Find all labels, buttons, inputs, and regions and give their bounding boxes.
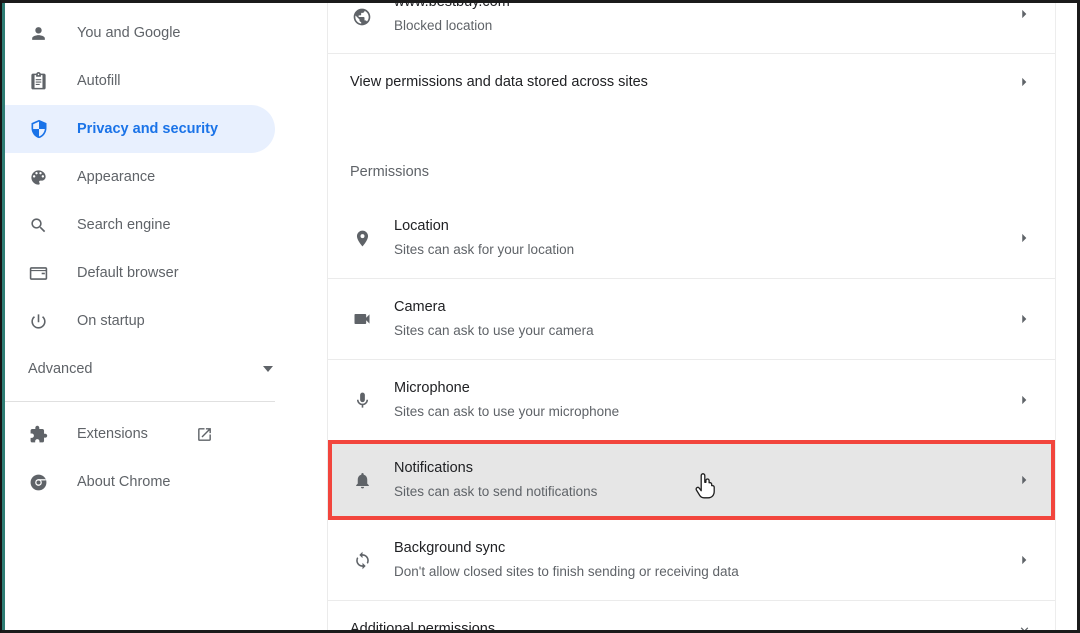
site-row-bestbuy[interactable]: www.bestbuy.com Blocked location bbox=[328, 3, 1055, 53]
permission-row-notifications[interactable]: Notifications Sites can ask to send noti… bbox=[328, 440, 1055, 520]
chrome-icon bbox=[28, 472, 49, 493]
view-permissions-title: View permissions and data stored across … bbox=[350, 74, 648, 90]
chevron-right-icon bbox=[1013, 473, 1035, 487]
permission-row-location[interactable]: Location Sites can ask for your location bbox=[328, 198, 1055, 278]
sidebar-item-label: Search engine bbox=[77, 217, 171, 233]
site-row-text: www.bestbuy.com Blocked location bbox=[394, 0, 1013, 37]
sidebar-item-label: On startup bbox=[77, 313, 145, 329]
sidebar-item-about-chrome[interactable]: About Chrome bbox=[5, 458, 275, 506]
sidebar-item-label: About Chrome bbox=[77, 474, 171, 490]
sidebar-item-advanced[interactable]: Advanced bbox=[5, 345, 325, 393]
sidebar-item-autofill[interactable]: Autofill bbox=[5, 57, 275, 105]
open-in-new-icon[interactable] bbox=[194, 424, 215, 445]
sidebar-item-search-engine[interactable]: Search engine bbox=[5, 201, 275, 249]
person-icon bbox=[28, 23, 49, 44]
permission-title: Camera bbox=[394, 299, 446, 315]
permission-title: Microphone bbox=[394, 380, 470, 396]
sidebar-item-label: Extensions bbox=[77, 426, 148, 442]
chevron-right-icon bbox=[1013, 553, 1035, 567]
settings-main-panel: www.bestbuy.com Blocked location View pe… bbox=[327, 3, 1055, 630]
permissions-section-heading: Permissions bbox=[350, 164, 429, 180]
bell-icon bbox=[350, 468, 374, 492]
permission-title: Notifications bbox=[394, 460, 473, 476]
chevron-right-icon bbox=[1013, 393, 1035, 407]
site-row-title: www.bestbuy.com bbox=[394, 0, 510, 10]
clipboard-icon bbox=[28, 71, 49, 92]
additional-permissions-title: Additional permissions bbox=[350, 621, 496, 633]
sidebar-item-label: Autofill bbox=[77, 73, 121, 89]
sidebar-item-you-and-google[interactable]: You and Google bbox=[5, 9, 275, 57]
sidebar-item-extensions[interactable]: Extensions bbox=[5, 410, 275, 458]
chevron-right-icon bbox=[1013, 231, 1035, 245]
sidebar-item-label: Appearance bbox=[77, 169, 156, 185]
permission-text: Location Sites can ask for your location bbox=[394, 215, 1013, 261]
permission-text: Notifications Sites can ask to send noti… bbox=[394, 457, 1013, 503]
microphone-icon bbox=[350, 388, 374, 412]
chevron-down-icon bbox=[1013, 622, 1035, 630]
chevron-right-icon bbox=[1013, 312, 1035, 326]
browser-window-icon bbox=[28, 263, 49, 284]
sync-icon bbox=[350, 548, 374, 572]
permission-text: Microphone Sites can ask to use your mic… bbox=[394, 377, 1013, 423]
chevron-right-icon bbox=[1013, 75, 1035, 89]
sidebar-item-appearance[interactable]: Appearance bbox=[5, 153, 275, 201]
permission-row-camera[interactable]: Camera Sites can ask to use your camera bbox=[328, 279, 1055, 359]
globe-icon bbox=[350, 5, 374, 29]
view-permissions-row[interactable]: View permissions and data stored across … bbox=[328, 54, 1055, 110]
power-icon bbox=[28, 311, 49, 332]
sidebar-advanced-label: Advanced bbox=[28, 361, 93, 377]
video-camera-icon bbox=[350, 307, 374, 331]
location-pin-icon bbox=[350, 226, 374, 250]
permission-subtitle: Don't allow closed sites to finish sendi… bbox=[394, 564, 739, 579]
permission-title: Background sync bbox=[394, 540, 506, 556]
sidebar-item-label: You and Google bbox=[77, 25, 181, 41]
search-icon bbox=[28, 215, 49, 236]
additional-permissions-row[interactable]: Additional permissions bbox=[328, 601, 1055, 633]
chevron-down-icon bbox=[263, 366, 273, 372]
sidebar-item-default-browser[interactable]: Default browser bbox=[5, 249, 275, 297]
permission-subtitle: Sites can ask to send notifications bbox=[394, 484, 598, 499]
sidebar-item-on-startup[interactable]: On startup bbox=[5, 297, 275, 345]
puzzle-icon bbox=[28, 424, 49, 445]
permission-row-microphone[interactable]: Microphone Sites can ask to use your mic… bbox=[328, 360, 1055, 440]
sidebar-item-privacy-and-security[interactable]: Privacy and security bbox=[5, 105, 275, 153]
permission-row-background-sync[interactable]: Background sync Don't allow closed sites… bbox=[328, 520, 1055, 600]
permission-text: Background sync Don't allow closed sites… bbox=[394, 537, 1013, 583]
permission-title: Location bbox=[394, 218, 449, 234]
browser-settings-window: You and Google Autofill Privacy and secu… bbox=[0, 0, 1080, 633]
chevron-right-icon bbox=[1013, 7, 1035, 21]
permission-subtitle: Sites can ask to use your camera bbox=[394, 323, 594, 338]
view-permissions-text: View permissions and data stored across … bbox=[328, 71, 1013, 93]
permission-subtitle: Sites can ask for your location bbox=[394, 242, 575, 257]
sidebar-divider bbox=[5, 401, 275, 402]
shield-icon bbox=[28, 119, 49, 140]
palette-icon bbox=[28, 167, 49, 188]
permission-text: Camera Sites can ask to use your camera bbox=[394, 296, 1013, 342]
scroll-gutter[interactable] bbox=[1055, 3, 1077, 630]
additional-permissions-text: Additional permissions bbox=[328, 618, 1013, 633]
sidebar-item-label: Privacy and security bbox=[77, 121, 219, 137]
site-row-subtitle: Blocked location bbox=[394, 18, 493, 33]
settings-sidebar: You and Google Autofill Privacy and secu… bbox=[5, 3, 325, 630]
sidebar-item-label: Default browser bbox=[77, 265, 179, 281]
permission-subtitle: Sites can ask to use your microphone bbox=[394, 404, 620, 419]
